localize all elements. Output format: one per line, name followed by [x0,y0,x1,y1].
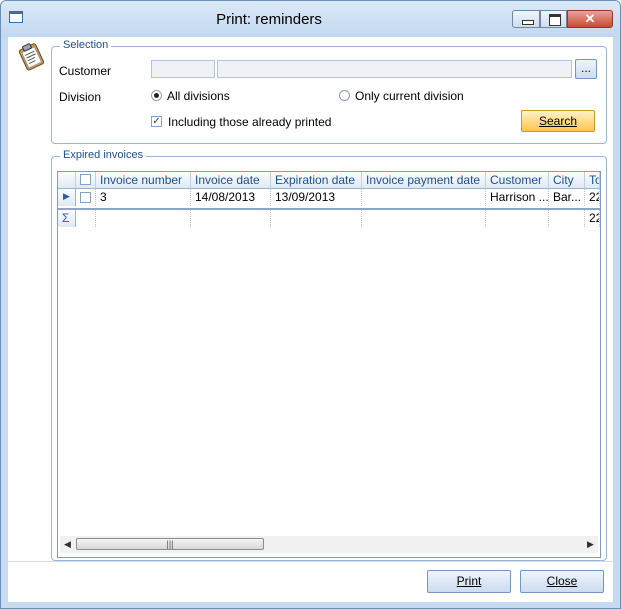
cell-payment-date[interactable] [362,189,486,206]
column-header-customer[interactable]: Customer [486,172,549,189]
summary-total: 22 [585,210,600,227]
column-header-city[interactable]: City [549,172,585,189]
search-button-label: Search [538,114,578,128]
include-printed-label[interactable]: Including those already printed [168,115,331,129]
scroll-left-arrow-icon[interactable]: ◀ [64,539,71,550]
row-selector[interactable]: ▶ [58,189,76,206]
scroll-thumb[interactable]: ||| [76,538,264,550]
row-checkbox[interactable] [80,192,91,203]
radio-current-division[interactable] [339,90,350,101]
scroll-right-arrow-icon[interactable]: ▶ [587,539,594,550]
minimize-button[interactable] [512,10,540,28]
select-all-checkbox[interactable] [80,174,91,185]
radio-all-divisions-label[interactable]: All divisions [167,89,230,103]
selection-legend: Selection [60,39,112,51]
minimize-icon [522,20,534,25]
summary-cell [76,210,96,227]
include-printed-checkbox[interactable]: ✓ [151,116,162,127]
print-button-label: Print [456,574,482,588]
cell-customer[interactable]: Harrison ... [486,189,549,206]
column-header-invoice-number[interactable]: Invoice number [96,172,191,189]
cell-total[interactable]: 22 [585,189,600,206]
customer-name-field[interactable] [217,60,572,78]
search-button[interactable]: Search [521,110,595,132]
clipboard-icon [18,43,45,71]
cell-city[interactable]: Bar... [549,189,585,206]
window-title: Print: reminders [216,11,322,28]
header-select-all[interactable] [76,172,96,189]
summary-cell [96,210,191,227]
summary-cell [191,210,271,227]
horizontal-scrollbar[interactable]: ◀ ||| ▶ [60,536,598,553]
invoices-grid[interactable]: Invoice number Invoice date Expiration d… [57,171,601,558]
expired-invoices-legend: Expired invoices [60,149,147,161]
cell-expiration-date[interactable]: 13/09/2013 [271,189,362,206]
radio-current-division-label[interactable]: Only current division [355,89,464,103]
cell-invoice-number[interactable]: 3 [96,189,191,206]
sigma-icon: Σ [62,211,70,225]
cell-invoice-date[interactable]: 14/08/2013 [191,189,271,206]
row-checkbox-cell[interactable] [76,189,96,206]
division-label: Division [59,90,102,104]
header-corner [58,172,76,189]
summary-cell [486,210,549,227]
button-bar: Print Close [8,561,613,602]
column-header-payment-date[interactable]: Invoice payment date [362,172,486,189]
row-arrow-icon: ▶ [63,191,70,201]
customer-browse-button[interactable]: ... [575,59,597,79]
customer-code-field[interactable] [151,60,215,78]
radio-all-divisions[interactable] [151,90,162,101]
maximize-button[interactable] [540,10,567,28]
customer-label: Customer [59,64,112,78]
summary-selector: Σ [58,210,76,227]
close-button-label: Close [546,574,578,588]
maximize-icon [549,14,561,26]
close-window-button[interactable]: ✕ [567,10,613,28]
summary-cell [271,210,362,227]
close-button[interactable]: Close [520,570,604,593]
summary-cell [362,210,486,227]
summary-cell [549,210,585,227]
title-bar[interactable]: Print: reminders ✕ [1,1,620,37]
print-button[interactable]: Print [427,570,511,593]
column-header-total[interactable]: To [585,172,600,189]
print-reminders-window: Print: reminders ✕ Selection Customer ..… [0,0,621,609]
column-header-expiration-date[interactable]: Expiration date [271,172,362,189]
close-icon: ✕ [584,11,596,26]
column-header-invoice-date[interactable]: Invoice date [191,172,271,189]
